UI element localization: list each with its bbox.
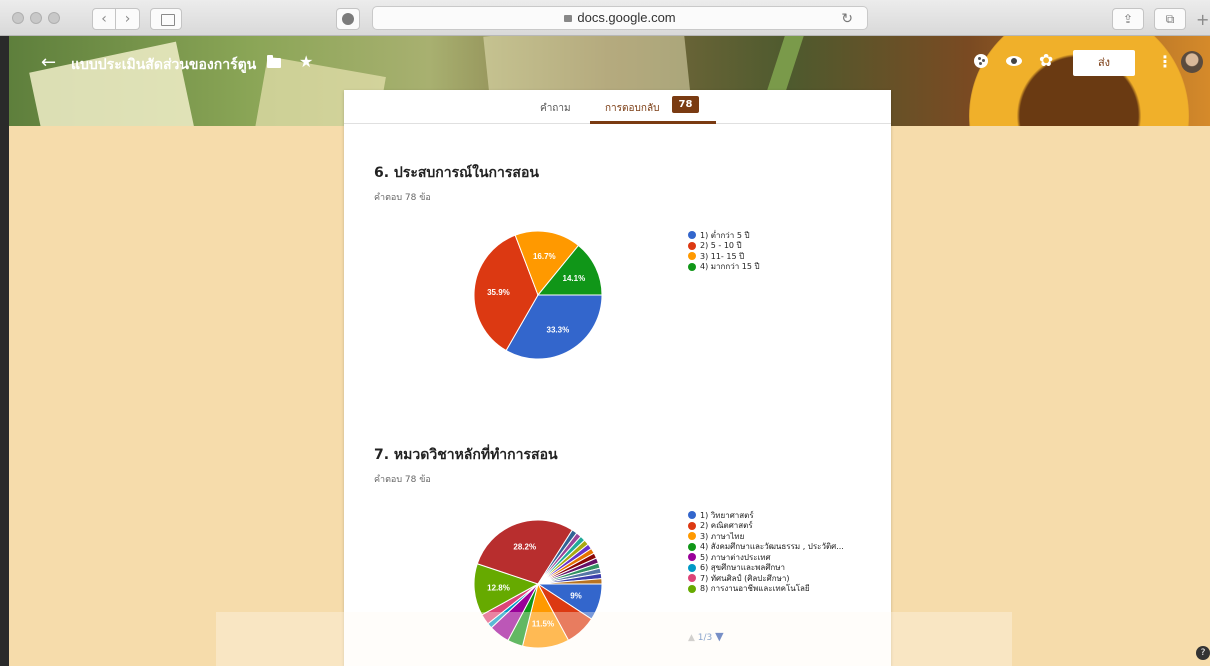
forward-nav-button[interactable]: › [116, 8, 140, 30]
tab-responses-label: การตอบกลับ [605, 103, 660, 114]
legend-swatch [688, 521, 696, 530]
window-edge [0, 36, 9, 666]
back-arrow-icon[interactable]: ← [41, 52, 56, 73]
question-response-count: คำตอบ 78 ข้อ [374, 193, 431, 203]
legend-swatch [688, 542, 696, 551]
gear-icon[interactable]: ✿ [1039, 51, 1053, 71]
legend-swatch [688, 584, 696, 593]
legend-swatch [688, 262, 696, 271]
legend-swatch [688, 252, 696, 261]
legend-swatch [688, 231, 696, 240]
reload-icon[interactable]: ↻ [841, 7, 853, 29]
slice-data-label: 28.2% [513, 543, 536, 552]
legend-label: 8) การงานอาชีพและเทคโนโลยี [700, 584, 810, 594]
send-button[interactable]: ส่ง [1073, 50, 1135, 76]
address-bar[interactable]: docs.google.com ↻ [372, 6, 868, 30]
slice-data-label: 9% [570, 591, 582, 600]
slice-data-label: 14.1% [563, 274, 586, 283]
browser-toolbar: ‹ › docs.google.com ↻ ⇪ ⧉ + [0, 0, 1210, 36]
tab-questions[interactable]: คำถาม [540, 101, 571, 116]
chart-legend-q7: 1) วิทยาศาสตร์ 2) คณิตศาสตร์ 3) ภาษาไทย 4) … [688, 510, 844, 594]
zoom-window-button[interactable] [48, 12, 60, 24]
url-text: docs.google.com [577, 10, 676, 25]
avatar[interactable] [1181, 51, 1203, 73]
close-window-button[interactable] [12, 12, 24, 24]
history-nav: ‹ › [92, 8, 140, 30]
form-tabs: คำถาม การตอบกลับ 78 [344, 90, 891, 124]
question-response-count: คำตอบ 78 ข้อ [374, 475, 431, 485]
chart-legend-q6: 1) ต่ำกว่า 5 ปี 2) 5 - 10 ปี 3) 11- 15 ปี 4… [688, 230, 760, 272]
pie-chart-q6: 33.3% 35.9% 16.7% 14.1% [473, 230, 603, 360]
help-icon[interactable]: ? [1196, 646, 1210, 660]
slice-data-label: 33.3% [547, 325, 570, 334]
legend-swatch [688, 563, 696, 572]
legend-swatch [688, 241, 696, 250]
legend-item: 8) การงานอาชีพและเทคโนโลยี [688, 584, 844, 595]
more-vert-icon[interactable]: ⋮ [1157, 52, 1173, 71]
share-button[interactable]: ⇪ [1112, 8, 1144, 30]
legend-item: 4) มากกว่า 15 ปี [688, 262, 760, 273]
lock-icon [564, 15, 573, 22]
form-header: ← แบบประเมินสัดส่วนของการ์ตูน ★ ✿ ส่ง ⋮ [9, 36, 1210, 90]
question-title: 6. ประสบการณ์ในการสอน [374, 165, 539, 181]
folder-icon[interactable] [267, 55, 281, 68]
sidebar-toggle-button[interactable] [150, 8, 182, 30]
extension-icon[interactable] [336, 8, 360, 30]
back-nav-button[interactable]: ‹ [92, 8, 116, 30]
slice-data-label: 12.8% [487, 584, 510, 593]
slice-data-label: 16.7% [533, 252, 556, 261]
show-tabs-button[interactable]: ⧉ [1154, 8, 1186, 30]
preview-eye-icon[interactable] [1006, 56, 1022, 66]
form-title: แบบประเมินสัดส่วนของการ์ตูน [71, 57, 257, 73]
new-tab-button[interactable]: + [1196, 10, 1209, 29]
response-count-badge: 78 [672, 96, 699, 113]
slice-data-label: 35.9% [487, 288, 510, 297]
star-icon[interactable]: ★ [299, 52, 313, 71]
legend-swatch [688, 553, 696, 562]
tab-responses[interactable]: การตอบกลับ 78 [590, 90, 716, 124]
window-controls[interactable] [12, 12, 60, 24]
palette-icon[interactable] [974, 54, 988, 68]
legend-swatch [688, 511, 696, 520]
minimize-window-button[interactable] [30, 12, 42, 24]
legend-swatch [688, 532, 696, 541]
legend-swatch [688, 574, 696, 583]
overlay-watermark [216, 612, 1012, 666]
responses-card: คำถาม การตอบกลับ 78 6. ประสบการณ์ในการสอ… [344, 90, 891, 666]
question-title: 7. หมวดวิชาหลักที่ทำการสอน [374, 447, 558, 463]
legend-label: 4) มากกว่า 15 ปี [700, 262, 760, 272]
